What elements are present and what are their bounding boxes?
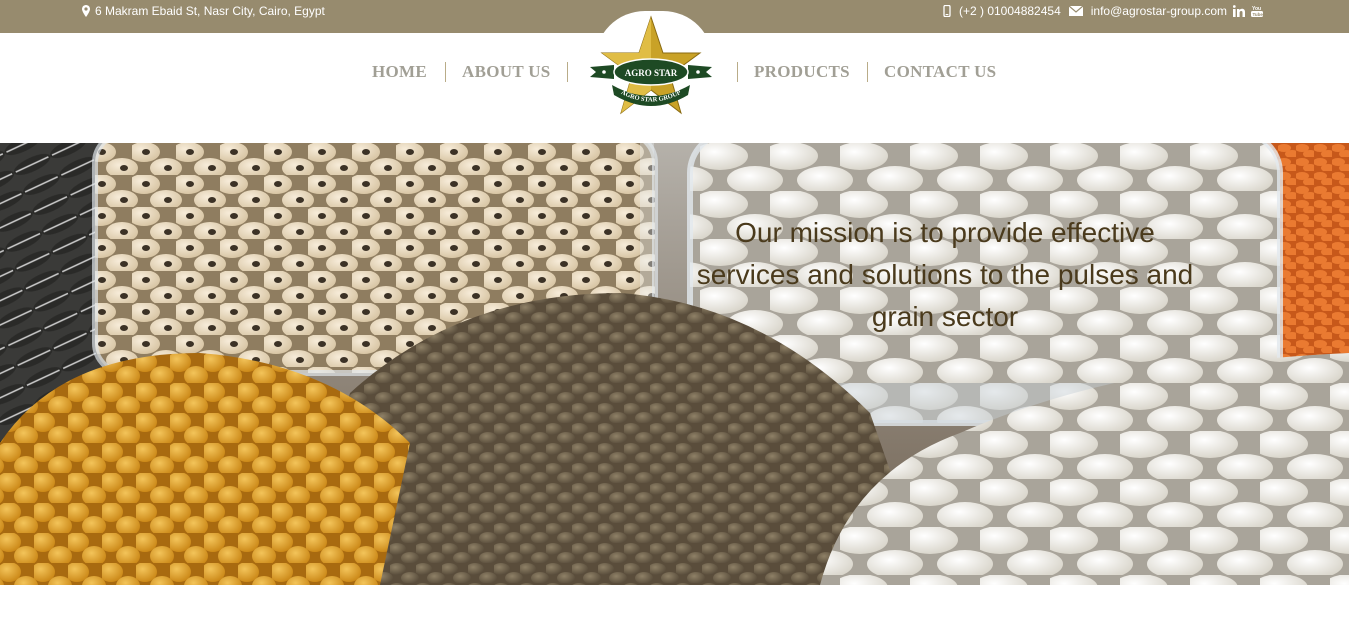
phone-icon	[943, 5, 951, 17]
hero-pulses-image	[0, 143, 1349, 585]
phone-number[interactable]: (+2 ) 01004882454	[959, 4, 1061, 18]
nav-home[interactable]: HOME	[372, 62, 427, 82]
mail-icon	[1068, 6, 1083, 16]
nav-home-link[interactable]: HOME	[372, 62, 427, 81]
address-text: 6 Makram Ebaid St, Nasr City, Cairo, Egy…	[95, 4, 325, 18]
contact-block: (+2 ) 01004882454 info@agrostar-group.co…	[943, 4, 1263, 18]
nav-products-link[interactable]: PRODUCTS	[754, 62, 850, 81]
nav-divider	[567, 62, 568, 82]
linkedin-icon[interactable]	[1233, 5, 1245, 17]
nav-divider	[737, 62, 738, 82]
nav-divider	[867, 62, 868, 82]
email-link[interactable]: info@agrostar-group.com	[1091, 4, 1227, 18]
nav-contact[interactable]: CONTACT US	[884, 62, 996, 82]
hero-banner: Our mission is to provide effective serv…	[0, 143, 1349, 585]
nav-about[interactable]: ABOUT US	[462, 62, 551, 82]
nav-about-link[interactable]: ABOUT US	[462, 62, 551, 81]
mission-statement: Our mission is to provide effective serv…	[696, 217, 1194, 332]
address-block: 6 Makram Ebaid St, Nasr City, Cairo, Egy…	[82, 4, 325, 18]
agro-star-logo[interactable]: AGRO STAR AGRO STAR GROUP	[588, 15, 714, 119]
nav-products[interactable]: PRODUCTS	[754, 62, 850, 82]
nav-contact-link[interactable]: CONTACT US	[884, 62, 996, 81]
svg-text:Tube: Tube	[1253, 12, 1264, 17]
map-pin-icon	[82, 5, 90, 17]
svg-text:AGRO STAR: AGRO STAR	[625, 68, 678, 78]
nav-divider	[445, 62, 446, 82]
youtube-icon[interactable]: You Tube	[1251, 5, 1263, 17]
